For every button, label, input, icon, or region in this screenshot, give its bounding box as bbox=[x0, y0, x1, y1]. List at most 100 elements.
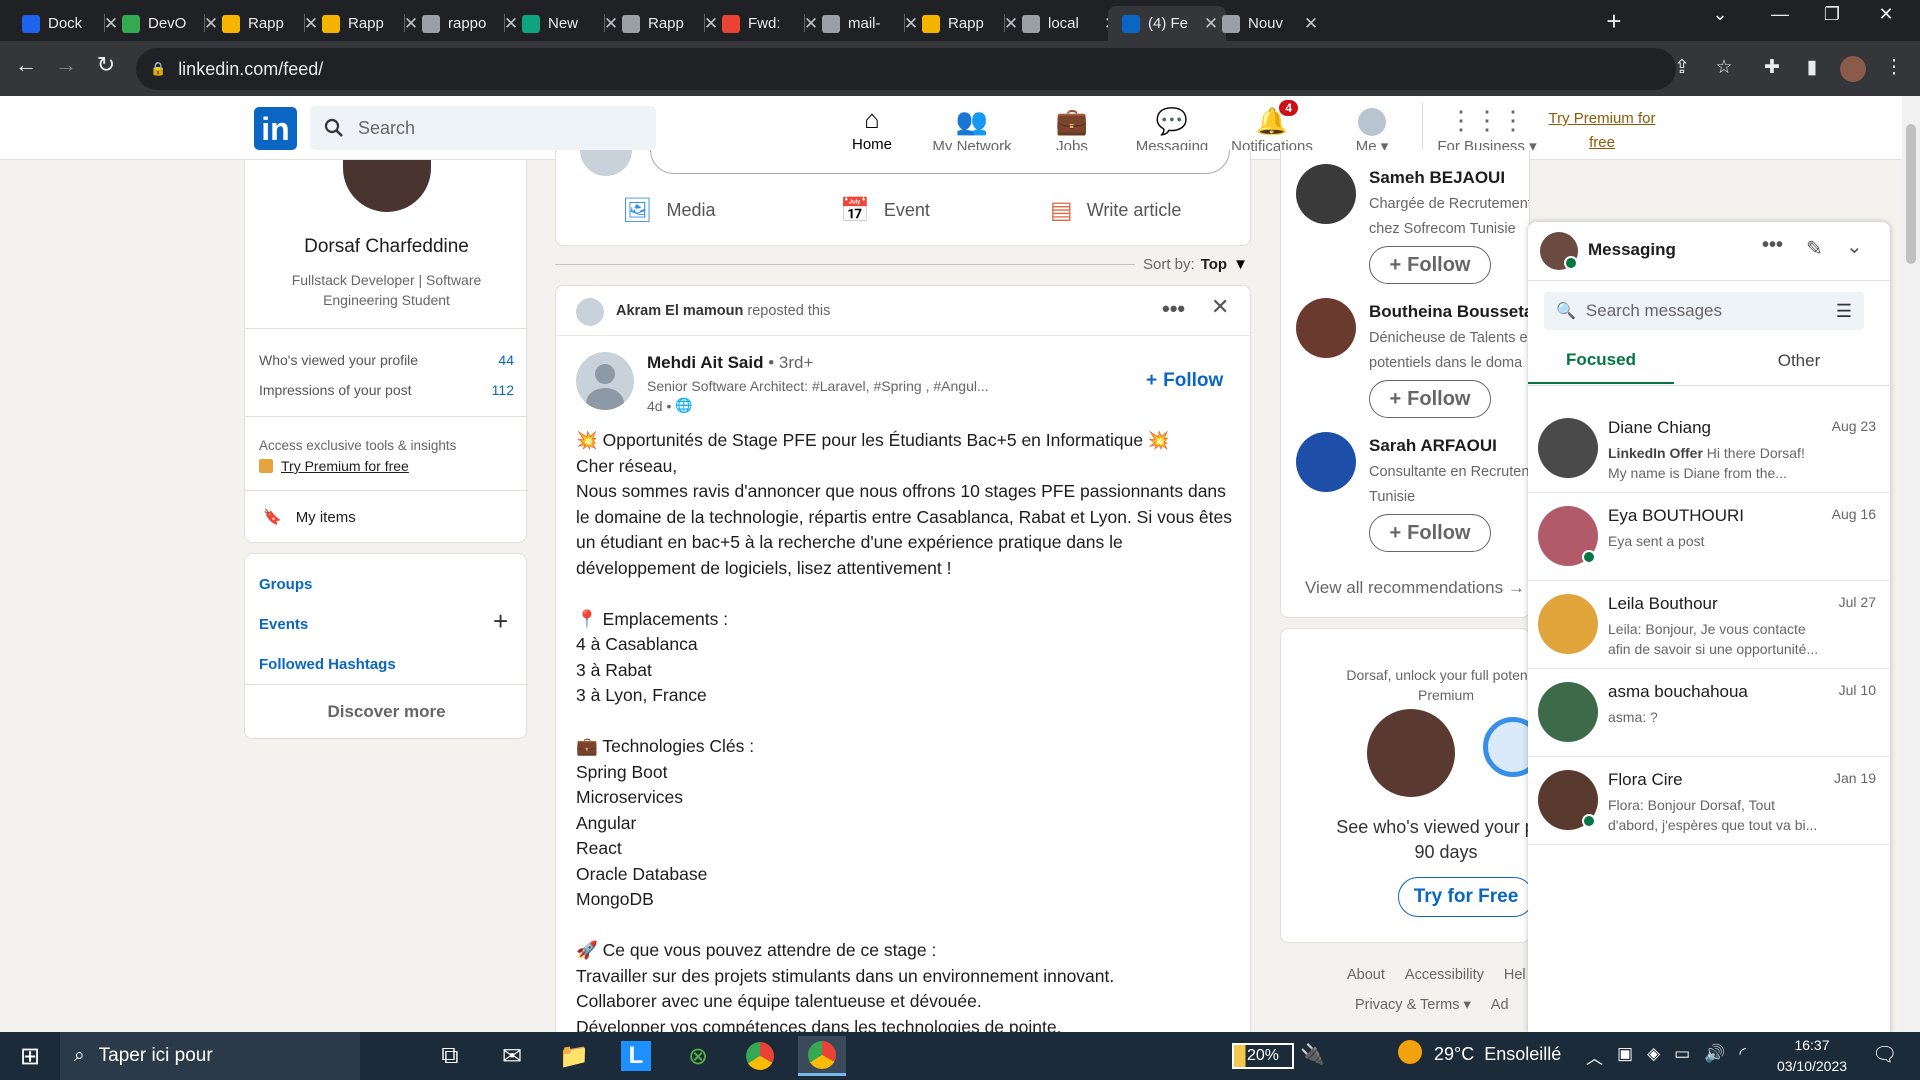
chevron-up-icon[interactable]: ︿ bbox=[1586, 1044, 1603, 1069]
rec-follow-button-1[interactable]: + Follow bbox=[1369, 246, 1491, 284]
stat-profile-views[interactable]: Who's viewed your profile 44 bbox=[259, 352, 514, 368]
conversation-avatar bbox=[1538, 594, 1598, 654]
browser-tab[interactable]: Nouv ✕ bbox=[1208, 6, 1326, 41]
file-explorer-icon[interactable]: 📁 bbox=[550, 1036, 598, 1076]
post-follow-button[interactable]: + Follow bbox=[1146, 370, 1223, 392]
share-media-button[interactable]: 🖼 Media bbox=[622, 196, 716, 225]
notification-center-icon[interactable]: 🗨 bbox=[1872, 1042, 1897, 1067]
windows-start-icon[interactable]: ⊞ bbox=[6, 1036, 54, 1076]
taskbar-clock[interactable]: 16:37 03/10/2023 bbox=[1764, 1035, 1860, 1077]
footer-about-link[interactable]: About bbox=[1347, 967, 1385, 983]
rec-headline-2: Dénicheuse de Talents e potentiels dans … bbox=[1369, 326, 1528, 376]
rec-headline-3: Consultante en Recruten Tunisie bbox=[1369, 460, 1529, 510]
messaging-title[interactable]: Messaging bbox=[1588, 240, 1676, 260]
minimize-button[interactable]: — bbox=[1760, 4, 1800, 25]
filter-icon[interactable]: ☰ bbox=[1836, 301, 1852, 322]
footer-privacy-link[interactable]: Privacy & Terms ▾ bbox=[1355, 997, 1471, 1013]
conversation-item[interactable]: Diane Chiang Aug 23 LinkedIn Offer Hi ther… bbox=[1528, 406, 1890, 493]
compose-message-icon[interactable]: ✎ bbox=[1806, 236, 1823, 261]
rec-follow-button-2[interactable]: + Follow bbox=[1369, 380, 1491, 418]
rec-name-1[interactable]: Sameh BEJAOUI bbox=[1369, 168, 1505, 188]
dismiss-post-icon[interactable]: ✕ bbox=[1211, 294, 1229, 320]
stat-post-impressions[interactable]: Impressions of your post 112 bbox=[259, 382, 514, 398]
battery-icon[interactable]: ▭ bbox=[1674, 1044, 1690, 1069]
profile-photo[interactable] bbox=[343, 160, 431, 212]
footer-help-link[interactable]: Hel bbox=[1504, 967, 1526, 983]
try-premium-link[interactable]: Try Premium for free bbox=[1536, 107, 1668, 155]
tab-other[interactable]: Other bbox=[1708, 338, 1890, 384]
xbox-icon[interactable]: ⊗ bbox=[674, 1036, 722, 1076]
volume-icon[interactable]: 🔊 bbox=[1704, 1044, 1725, 1069]
tab-focused[interactable]: Focused bbox=[1528, 338, 1674, 384]
back-button[interactable]: ← bbox=[10, 52, 42, 78]
events-link[interactable]: Events bbox=[259, 616, 308, 633]
close-tab-icon[interactable]: ✕ bbox=[1302, 14, 1320, 34]
rec-avatar-1[interactable] bbox=[1296, 164, 1356, 224]
collapse-chevron-icon[interactable]: ⌄ bbox=[1846, 234, 1863, 259]
add-event-icon[interactable]: + bbox=[493, 606, 508, 637]
chrome-icon[interactable] bbox=[736, 1036, 784, 1076]
conversation-item[interactable]: Eya BOUTHOURI Aug 16 Eya sent a post bbox=[1528, 494, 1890, 581]
mail-app-icon[interactable]: ✉ bbox=[488, 1036, 536, 1076]
discover-more-button[interactable]: Discover more bbox=[245, 702, 528, 722]
groups-link[interactable]: Groups bbox=[259, 576, 312, 593]
rec-avatar-3[interactable] bbox=[1296, 432, 1356, 492]
conversation-date: Aug 16 bbox=[1831, 506, 1876, 522]
chrome-menu-icon[interactable]: ⋮ bbox=[1880, 56, 1908, 79]
footer-accessibility-link[interactable]: Accessibility bbox=[1405, 967, 1484, 983]
new-tab-button[interactable]: + bbox=[1598, 6, 1630, 38]
profile-name[interactable]: Dorsaf Charfeddine bbox=[245, 236, 528, 258]
forward-button[interactable]: → bbox=[50, 52, 82, 78]
view-all-recommendations-link[interactable]: View all recommendations → bbox=[1305, 578, 1525, 598]
author-avatar[interactable] bbox=[576, 352, 634, 410]
maximize-button[interactable]: ❐ bbox=[1812, 4, 1852, 25]
conversation-item[interactable]: Leila Bouthour Jul 27 Leila: Bonjour, Je v… bbox=[1528, 582, 1890, 669]
rec-avatar-2[interactable] bbox=[1296, 298, 1356, 358]
linkedin-logo[interactable]: in bbox=[254, 107, 297, 150]
tab-search-chevron-icon[interactable]: ⌄ bbox=[1700, 4, 1740, 25]
try-premium-line2: free bbox=[1589, 134, 1615, 151]
conversation-item[interactable]: Flora Cire Jan 19 Flora: Bonjour Dorsaf, T… bbox=[1528, 758, 1890, 845]
post-author-name[interactable]: Mehdi Ait Said bbox=[647, 353, 764, 372]
chrome-profile-avatar[interactable] bbox=[1840, 56, 1866, 82]
address-bar[interactable]: 🔒 linkedin.com/feed/ bbox=[136, 48, 1676, 90]
app-l-icon[interactable]: L bbox=[612, 1036, 660, 1076]
reposter-avatar[interactable] bbox=[576, 298, 604, 326]
write-article-button[interactable]: ▤ Write article bbox=[1050, 196, 1181, 225]
search-messages-input[interactable]: 🔍 Search messages ☰ bbox=[1544, 292, 1864, 330]
conversation-item[interactable]: asma bouchahoua Jul 10 asma: ? bbox=[1528, 670, 1890, 757]
post-more-options-icon[interactable]: ••• bbox=[1162, 296, 1185, 322]
my-items-link[interactable]: 🔖 My items bbox=[263, 508, 356, 527]
rec-name-2[interactable]: Boutheina Bousseta bbox=[1369, 302, 1529, 322]
messaging-options-icon[interactable]: ••• bbox=[1762, 234, 1783, 257]
scrollbar-thumb[interactable] bbox=[1906, 124, 1916, 264]
footer-ad-link[interactable]: Ad bbox=[1491, 997, 1509, 1013]
task-view-icon[interactable]: ⧉ bbox=[426, 1036, 474, 1076]
battery-indicator[interactable]: 20% bbox=[1232, 1043, 1294, 1069]
reposter-name[interactable]: Akram El mamoun bbox=[616, 303, 743, 319]
premium-link[interactable]: Try Premium for free bbox=[259, 458, 409, 474]
start-post-input[interactable] bbox=[650, 150, 1230, 174]
chrome-active-icon[interactable] bbox=[798, 1036, 846, 1076]
followed-hashtags-link[interactable]: Followed Hashtags bbox=[259, 656, 396, 673]
device-icon[interactable]: ▣ bbox=[1617, 1044, 1633, 1069]
url-text[interactable]: linkedin.com/feed/ bbox=[178, 59, 323, 80]
wifi-icon[interactable]: ◜ bbox=[1739, 1044, 1746, 1069]
side-panel-icon[interactable]: ▮ bbox=[1798, 56, 1826, 79]
rec-follow-button-3[interactable]: + Follow bbox=[1369, 514, 1491, 552]
close-window-button[interactable]: ✕ bbox=[1866, 4, 1906, 25]
sort-dropdown[interactable]: Sort by: Top ▼ bbox=[1143, 256, 1248, 273]
taskbar-search-box[interactable]: ⌕ Taper ici pour bbox=[60, 1032, 360, 1080]
page-scrollbar[interactable] bbox=[1902, 96, 1920, 1032]
network-status-icon[interactable]: ◈ bbox=[1647, 1044, 1660, 1069]
weather-widget[interactable]: 29°C Ensoleillé bbox=[1434, 1044, 1561, 1065]
reload-button[interactable]: ↻ bbox=[90, 52, 122, 78]
try-for-free-button[interactable]: Try for Free bbox=[1398, 877, 1529, 917]
preview-line: Eya sent a post bbox=[1608, 533, 1705, 549]
bookmark-star-icon[interactable]: ☆ bbox=[1710, 56, 1738, 79]
share-icon[interactable]: ⇪ bbox=[1668, 56, 1696, 79]
share-event-button[interactable]: 📅 Event bbox=[840, 196, 930, 225]
rec-name-3[interactable]: Sarah ARFAOUI bbox=[1369, 436, 1497, 456]
extensions-icon[interactable]: ✚ bbox=[1758, 56, 1786, 79]
global-search-input[interactable]: Search bbox=[310, 106, 656, 150]
